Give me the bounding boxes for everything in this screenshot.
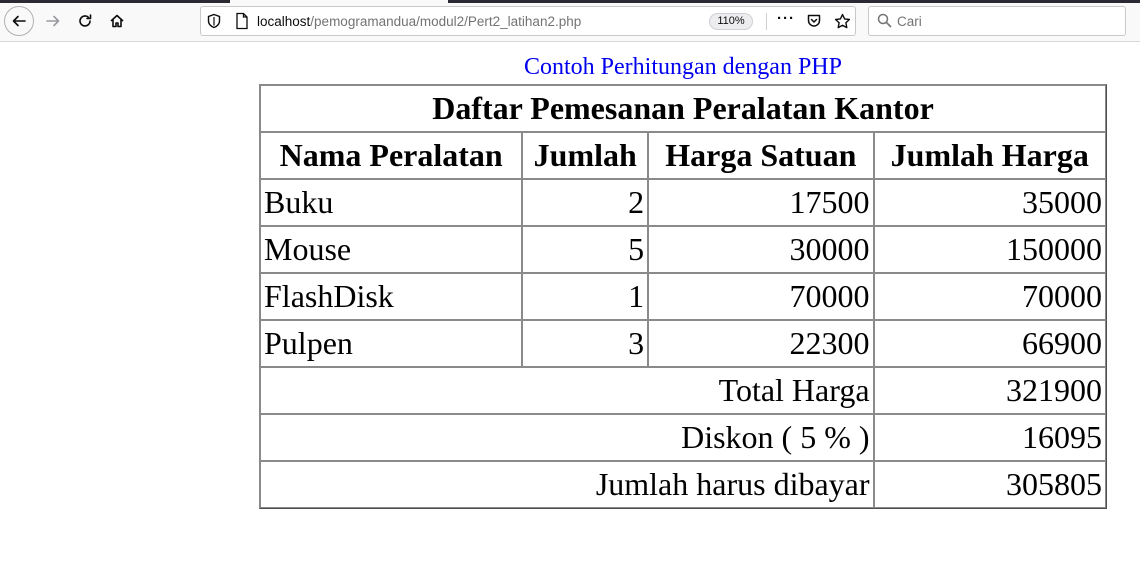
table-row: Pulpen 3 22300 66900	[260, 320, 1106, 367]
search-icon	[877, 13, 892, 28]
meatball-menu-icon[interactable]: ···	[777, 9, 795, 27]
pocket-button[interactable]	[805, 12, 823, 30]
table-row: Mouse 5 30000 150000	[260, 226, 1106, 273]
item-price: 17500	[648, 179, 874, 226]
item-qty: 3	[522, 320, 649, 367]
summary-row-diskon: Diskon ( 5 % ) 16095	[260, 414, 1106, 461]
table-header-row: Nama Peralatan Jumlah Harga Satuan Jumla…	[260, 132, 1106, 179]
home-button[interactable]	[102, 6, 132, 36]
header-jumlah-harga: Jumlah Harga	[873, 132, 1106, 179]
shield-icon[interactable]	[207, 13, 221, 29]
back-button[interactable]	[4, 6, 34, 36]
item-qty: 1	[522, 273, 649, 320]
summary-row-total-harga: Total Harga 321900	[260, 367, 1106, 414]
item-price: 30000	[648, 226, 874, 273]
browser-toolbar: localhost/pemogramandua/modul2/Pert2_lat…	[0, 0, 1140, 42]
reload-button[interactable]	[70, 6, 100, 36]
summary-label: Diskon ( 5 % )	[260, 414, 874, 461]
page-icon[interactable]	[235, 12, 249, 30]
back-icon	[12, 15, 26, 27]
active-tab-indicator	[230, 0, 448, 3]
item-qty: 5	[522, 226, 649, 273]
table-row: FlashDisk 1 70000 70000	[260, 273, 1106, 320]
urlbar-separator	[766, 13, 767, 30]
summary-row-jumlah-dibayar: Jumlah harus dibayar 305805	[260, 461, 1106, 508]
item-name: FlashDisk	[260, 273, 523, 320]
pocket-icon	[807, 14, 821, 27]
url-text[interactable]: localhost/pemogramandua/modul2/Pert2_lat…	[257, 14, 581, 29]
item-name: Pulpen	[260, 320, 523, 367]
reload-icon	[79, 14, 92, 27]
item-total: 35000	[873, 179, 1106, 226]
forward-icon	[46, 15, 60, 27]
order-table: Daftar Pemesanan Peralatan Kantor Nama P…	[259, 84, 1107, 509]
url-host: localhost	[257, 14, 311, 29]
bookmark-star-icon	[834, 13, 850, 28]
summary-value: 16095	[873, 414, 1106, 461]
search-bar[interactable]	[868, 6, 1126, 36]
zoom-level-badge[interactable]: 110%	[709, 13, 753, 30]
table-title: Daftar Pemesanan Peralatan Kantor	[260, 85, 1106, 132]
home-icon	[110, 14, 124, 28]
forward-button[interactable]	[38, 6, 68, 36]
table-row: Buku 2 17500 35000	[260, 179, 1106, 226]
summary-value: 321900	[873, 367, 1106, 414]
header-harga-satuan: Harga Satuan	[648, 132, 874, 179]
item-total: 150000	[873, 226, 1106, 273]
tab-strip	[0, 0, 1140, 3]
item-price: 22300	[648, 320, 874, 367]
item-name: Buku	[260, 179, 523, 226]
summary-label: Jumlah harus dibayar	[260, 461, 874, 508]
item-total: 70000	[873, 273, 1106, 320]
table-title-row: Daftar Pemesanan Peralatan Kantor	[260, 85, 1106, 132]
bookmark-button[interactable]	[833, 12, 851, 30]
header-jumlah: Jumlah	[522, 132, 649, 179]
item-name: Mouse	[260, 226, 523, 273]
item-price: 70000	[648, 273, 874, 320]
item-total: 66900	[873, 320, 1106, 367]
summary-value: 305805	[873, 461, 1106, 508]
item-qty: 2	[522, 179, 649, 226]
header-nama-peralatan: Nama Peralatan	[260, 132, 523, 179]
summary-label: Total Harga	[260, 367, 874, 414]
url-path: /pemogramandua/modul2/Pert2_latihan2.php	[310, 14, 582, 29]
url-bar[interactable]: localhost/pemogramandua/modul2/Pert2_lat…	[200, 6, 856, 36]
search-input[interactable]	[897, 11, 1117, 31]
page-caption: Contoh Perhitungan dengan PHP	[524, 54, 842, 80]
